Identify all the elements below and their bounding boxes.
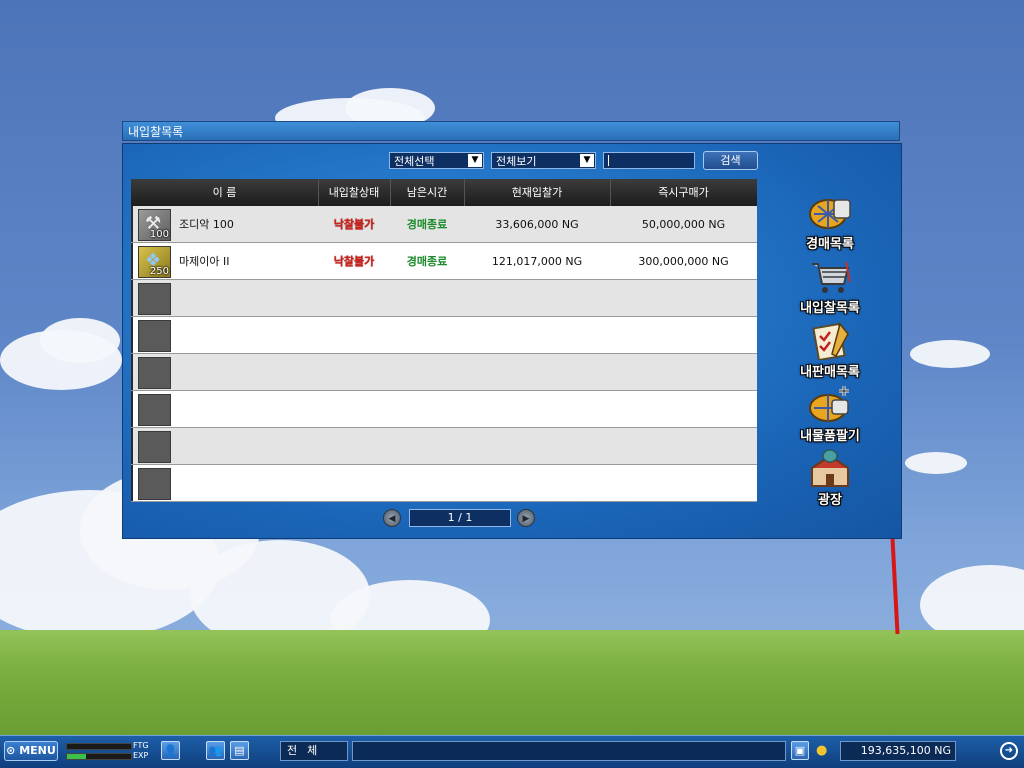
cloud <box>905 452 967 474</box>
header-buyout: 즉시구매가 <box>658 186 709 199</box>
buyout-price: 50,000,000 NG <box>641 218 726 231</box>
text-caret <box>608 155 609 166</box>
row-edge <box>131 465 133 501</box>
character-icon[interactable]: 👤 <box>161 741 180 760</box>
empty-slot[interactable] <box>138 394 171 426</box>
sell-item-label: 내물품팔기 <box>800 429 860 444</box>
bid-status: 낙찰불가 <box>333 218 375 231</box>
exp-gauge <box>66 753 132 760</box>
chevron-down-icon[interactable]: ▼ <box>468 154 482 167</box>
coin-icon: ● <box>816 743 828 758</box>
cloud <box>910 340 990 368</box>
row-edge <box>131 280 133 316</box>
item-slot[interactable]: ⚒ 100 <box>138 209 171 241</box>
table-row-empty[interactable] <box>131 317 757 354</box>
row-edge <box>131 391 133 427</box>
my-sales-label: 내판매목록 <box>800 365 860 380</box>
row-edge <box>131 206 133 242</box>
auction-helmet-icon <box>809 199 851 229</box>
menu-icon: ⊙ <box>6 744 16 757</box>
header-current-bid: 현재입찰가 <box>464 179 611 206</box>
item-name: 조디악 100 <box>179 218 234 231</box>
empty-slot[interactable] <box>138 468 171 500</box>
header-time: 남은시간 <box>390 179 465 206</box>
row-edge <box>131 243 133 279</box>
current-bid: 33,606,000 NG <box>495 218 579 231</box>
table-row-empty[interactable] <box>131 465 757 502</box>
ftg-label: FTG <box>133 741 149 750</box>
inventory-icon[interactable]: ▤ <box>230 741 249 760</box>
row-edge <box>131 317 133 353</box>
item-quantity: 100 <box>149 229 169 240</box>
row-edge <box>131 428 133 464</box>
chat-log-icon[interactable]: ▣ <box>791 741 809 760</box>
view-select[interactable]: 전체보기 ▼ <box>491 152 596 169</box>
menu-label: MENU <box>19 744 56 757</box>
time-left: 경매종료 <box>406 218 448 231</box>
plaza-building-icon <box>811 449 849 487</box>
next-page-button[interactable]: ▶ <box>517 509 535 527</box>
money-display: 193,635,100 NG <box>840 741 956 761</box>
auction-list-button[interactable]: 경매목록 <box>785 192 875 252</box>
cloud <box>40 318 120 363</box>
window-title[interactable]: 내입찰목록 <box>122 121 900 141</box>
ground <box>0 630 1024 736</box>
table-row-empty[interactable] <box>131 391 757 428</box>
bottom-taskbar: ⊙ MENU FTG EXP 👤 👥 ▤ 전체 ▣ ● 193,635,100 … <box>0 735 1024 768</box>
plaza-label: 광장 <box>818 493 842 508</box>
table-header: 이 름 내입찰상태 남은시간 현재입찰가 즉시구매가 <box>131 179 757 206</box>
table-row[interactable]: ❖ 250 마제이아 II 낙찰불가 경매종료 121,017,000 NG 3… <box>131 243 757 280</box>
table-row[interactable]: ⚒ 100 조디악 100 낙찰불가 경매종료 33,606,000 NG 50… <box>131 206 757 243</box>
item-quantity: 250 <box>149 266 169 277</box>
empty-slot[interactable] <box>138 431 171 463</box>
current-bid: 121,017,000 NG <box>491 255 583 268</box>
table-row-empty[interactable] <box>131 280 757 317</box>
page-indicator: 1 / 1 <box>409 509 511 527</box>
exit-icon[interactable]: ➜ <box>1000 742 1018 760</box>
my-bids-label: 내입찰목록 <box>800 301 860 316</box>
empty-slot[interactable] <box>138 283 171 315</box>
search-input[interactable] <box>603 152 695 169</box>
empty-slot[interactable] <box>138 357 171 389</box>
red-pole <box>890 537 900 635</box>
row-edge <box>131 354 133 390</box>
sell-item-button[interactable]: 내물품팔기 <box>785 384 875 444</box>
header-status: 내입찰상태 <box>318 179 391 206</box>
category-select[interactable]: 전체선택 ▼ <box>389 152 484 169</box>
exp-gauge-fill <box>67 754 87 759</box>
item-name: 마제이아 II <box>179 255 230 268</box>
exp-label: EXP <box>133 751 149 760</box>
time-left: 경매종료 <box>406 255 448 268</box>
chat-channel-select[interactable]: 전체 <box>280 741 348 761</box>
buyout-price: 300,000,000 NG <box>638 255 729 268</box>
chevron-down-icon[interactable]: ▼ <box>580 154 594 167</box>
shopping-cart-icon <box>812 261 851 293</box>
my-bid-list-window: 내입찰목록 전체선택 ▼ 전체보기 ▼ 검색 이 름 내입찰상태 남은시간 현재… <box>122 121 902 539</box>
my-bids-button[interactable]: 내입찰목록 <box>785 256 875 316</box>
party-icon[interactable]: 👥 <box>206 741 225 760</box>
table-row-empty[interactable] <box>131 354 757 391</box>
view-select-value: 전체보기 <box>496 155 537 168</box>
search-button[interactable]: 검색 <box>703 151 758 170</box>
item-slot[interactable]: ❖ 250 <box>138 246 171 278</box>
chat-input[interactable] <box>352 741 786 761</box>
auction-list-label: 경매목록 <box>806 237 854 252</box>
my-sales-button[interactable]: 내판매목록 <box>785 320 875 380</box>
table-row-empty[interactable] <box>131 428 757 465</box>
window-body: 전체선택 ▼ 전체보기 ▼ 검색 이 름 내입찰상태 남은시간 현재입찰가 즉시… <box>122 143 902 539</box>
ftg-gauge <box>66 743 132 750</box>
empty-slot[interactable] <box>138 320 171 352</box>
header-name: 이 름 <box>131 179 319 206</box>
bid-status: 낙찰불가 <box>333 255 375 268</box>
sell-helmet-plus-icon <box>809 386 849 422</box>
checklist-icon <box>812 322 849 362</box>
bid-table: 이 름 내입찰상태 남은시간 현재입찰가 즉시구매가 ⚒ 100 조디악 100… <box>131 179 757 502</box>
category-select-value: 전체선택 <box>394 155 435 168</box>
plaza-button[interactable]: 광장 <box>785 448 875 508</box>
prev-page-button[interactable]: ◀ <box>383 509 401 527</box>
menu-button[interactable]: ⊙ MENU <box>4 741 58 761</box>
